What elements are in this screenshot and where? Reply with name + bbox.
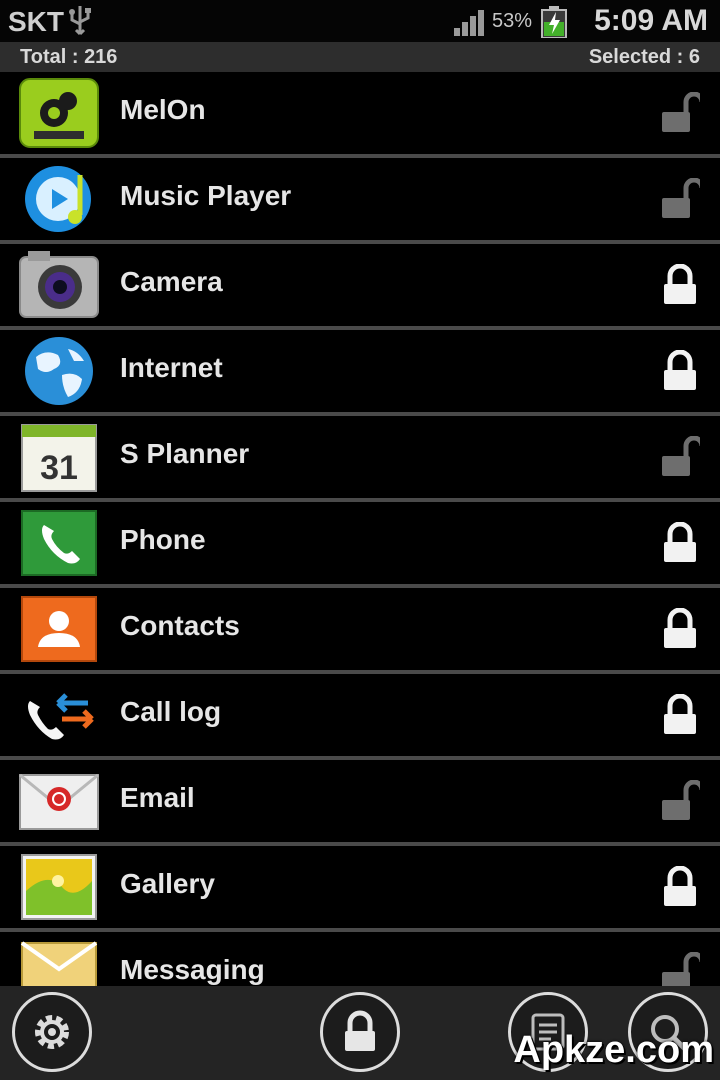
app-list[interactable]: MelOn Music Player Camera Internet 31 S … xyxy=(0,72,720,986)
app-name: Camera xyxy=(120,266,223,297)
settings-button[interactable] xyxy=(12,992,92,1072)
app-name: Call log xyxy=(120,696,222,727)
usb-icon xyxy=(69,6,91,36)
camera-icon xyxy=(19,251,99,318)
app-name: Gallery xyxy=(120,868,215,899)
app-name: Internet xyxy=(120,352,223,383)
battery-percent: 53% xyxy=(492,10,533,32)
melon-icon xyxy=(19,78,99,148)
unlocked-padlock-icon[interactable] xyxy=(660,436,700,478)
globe-icon xyxy=(25,337,93,405)
email-icon xyxy=(19,773,99,830)
app-name: Music Player xyxy=(120,180,292,211)
locked-padlock-icon[interactable] xyxy=(660,522,700,564)
padlock-icon xyxy=(345,1010,375,1051)
selected-count: Selected : 6 xyxy=(588,46,700,68)
app-row-internet[interactable]: Internet xyxy=(0,330,720,416)
calendar-icon: 31 xyxy=(21,424,97,492)
total-count: Total : 216 xyxy=(20,46,118,68)
app-row-phone[interactable]: Phone xyxy=(0,502,720,588)
music-player-icon xyxy=(25,166,91,232)
app-name: MelOn xyxy=(120,94,206,125)
phone-icon xyxy=(21,510,97,576)
app-name: Phone xyxy=(120,524,206,555)
battery-charging-icon xyxy=(541,6,567,38)
locked-padlock-icon[interactable] xyxy=(660,264,700,306)
carrier-label: SKT xyxy=(8,6,64,37)
app-name: Messaging xyxy=(120,954,265,985)
locked-padlock-icon[interactable] xyxy=(660,608,700,650)
status-bar: SKT 53% 5:09 AM xyxy=(0,0,720,42)
clock: 5:09 AM xyxy=(594,4,708,37)
watermark: Apkze.com xyxy=(513,1029,714,1071)
app-name: Contacts xyxy=(120,610,240,641)
locked-padlock-icon[interactable] xyxy=(660,866,700,908)
app-row-contacts[interactable]: Contacts xyxy=(0,588,720,674)
app-row-melon[interactable]: MelOn xyxy=(0,72,720,158)
app-row-call-log[interactable]: Call log xyxy=(0,674,720,760)
unlocked-padlock-icon[interactable] xyxy=(660,178,700,220)
gear-icon xyxy=(35,1015,69,1049)
locked-padlock-icon[interactable] xyxy=(660,350,700,392)
app-name: S Planner xyxy=(120,438,250,469)
contacts-icon xyxy=(21,596,97,662)
bottom-toolbar: Apkze.com xyxy=(0,986,720,1080)
count-bar: Total : 216 Selected : 6 xyxy=(0,42,720,72)
app-name: Email xyxy=(120,782,195,813)
app-row-gallery[interactable]: Gallery xyxy=(0,846,720,932)
call-log-icon xyxy=(28,693,94,740)
app-row-messaging[interactable]: Messaging xyxy=(0,932,720,986)
gallery-icon xyxy=(21,854,97,920)
unlocked-padlock-icon[interactable] xyxy=(660,780,700,822)
locked-padlock-icon[interactable] xyxy=(660,694,700,736)
unlocked-padlock-icon[interactable] xyxy=(660,952,700,986)
app-row-camera[interactable]: Camera xyxy=(0,244,720,330)
app-row-email[interactable]: Email xyxy=(0,760,720,846)
app-row-s-planner[interactable]: 31 S Planner xyxy=(0,416,720,502)
signal-icon xyxy=(454,10,484,36)
calendar-day: 31 xyxy=(40,449,78,487)
lock-button[interactable] xyxy=(320,992,400,1072)
unlocked-padlock-icon[interactable] xyxy=(660,92,700,134)
app-row-music-player[interactable]: Music Player xyxy=(0,158,720,244)
messaging-icon xyxy=(20,941,98,986)
